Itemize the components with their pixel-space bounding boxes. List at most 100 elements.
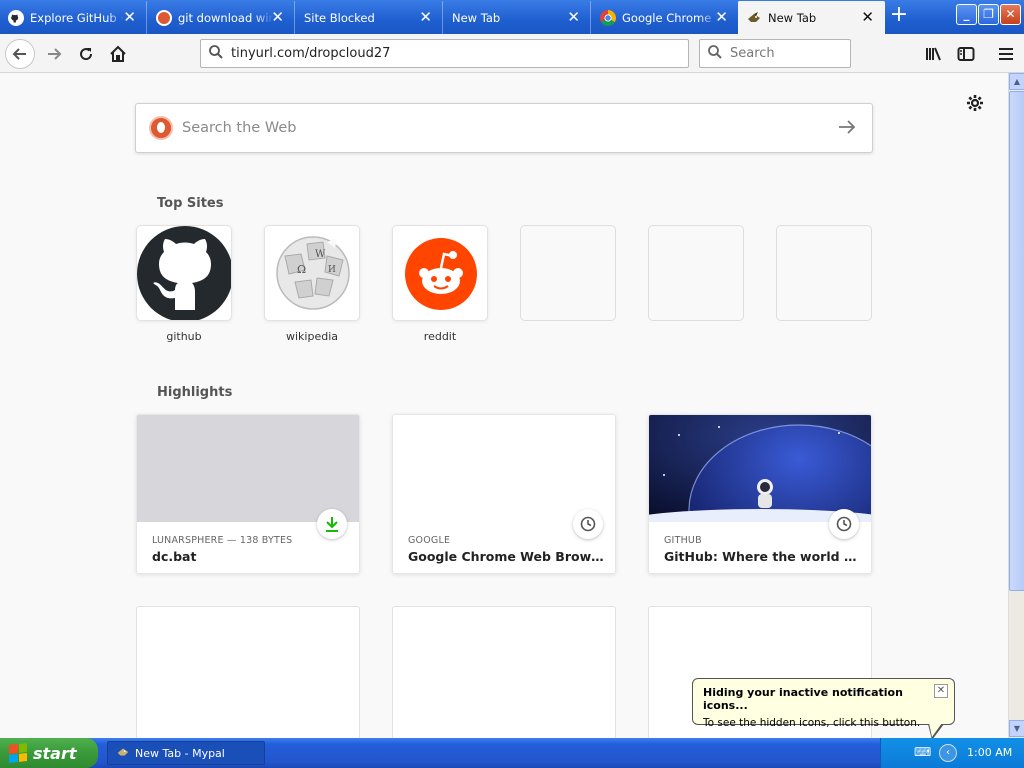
sidebar-button[interactable] [952, 40, 980, 68]
card-source: LUNARSPHERE — 138 BYTES [152, 535, 293, 546]
close-icon[interactable]: ✕ [567, 9, 580, 25]
reload-icon [80, 48, 93, 61]
new-tab-button[interactable]: + [888, 4, 910, 27]
scrollbar-thumb[interactable] [1009, 91, 1024, 591]
web-search-placeholder: Search the Web [182, 120, 297, 136]
top-site-empty[interactable] [520, 225, 616, 321]
url-text: tinyurl.com/dropcloud27 [231, 46, 391, 61]
vertical-scrollbar[interactable]: ▲ ▼ [1008, 73, 1024, 738]
scroll-up-button[interactable]: ▲ [1009, 73, 1024, 90]
card-source: GOOGLE [408, 535, 451, 546]
svg-text:W: W [315, 249, 326, 260]
top-site-empty[interactable] [648, 225, 744, 321]
chrome-icon [600, 9, 616, 26]
duckduckgo-icon [156, 9, 172, 26]
back-arrow-icon [12, 48, 26, 60]
new-tab-page: Search the Web Top Sites github Ω W И wi… [0, 74, 1008, 738]
taskbar-item-mypal[interactable]: New Tab - Mypal [107, 741, 265, 765]
wikipedia-globe-icon: Ω W И [265, 226, 359, 320]
search-bar[interactable]: Search [699, 39, 851, 68]
forward-button[interactable] [40, 40, 68, 68]
clock-icon [573, 509, 603, 539]
duckduckgo-icon [149, 116, 173, 140]
top-site-label: reddit [423, 330, 457, 343]
card-thumbnail [137, 415, 359, 522]
highlight-card-empty[interactable] [392, 606, 616, 738]
highlight-card-empty[interactable] [136, 606, 360, 738]
tab-title: Google Chrome Web Browser [622, 10, 718, 25]
card-title: dc.bat [152, 549, 197, 564]
balloon-tail-fill [929, 723, 942, 737]
top-site-empty[interactable] [776, 225, 872, 321]
tab-title: git download windows [178, 10, 274, 25]
home-button[interactable] [104, 40, 132, 68]
start-button[interactable]: start [0, 738, 98, 768]
menu-button[interactable] [992, 40, 1020, 68]
balloon-title: Hiding your inactive notification icons.… [703, 686, 903, 712]
navigation-toolbar: tinyurl.com/dropcloud27 Search [0, 34, 1024, 73]
download-icon [317, 509, 347, 539]
close-icon[interactable]: ✕ [123, 9, 136, 25]
tab-google-chrome[interactable]: Google Chrome Web Browser ✕ [592, 1, 739, 34]
close-icon[interactable]: ✕ [271, 9, 284, 25]
top-site-label: wikipedia [285, 330, 338, 343]
clock: 1:00 AM [967, 746, 1013, 759]
sidebar-icon [957, 47, 975, 61]
tab-explore-github[interactable]: Explore GitHub · GitHub ✕ [0, 1, 147, 34]
start-label: start [33, 743, 77, 763]
highlights-title: Highlights [157, 385, 233, 400]
highlight-card-google-chrome[interactable]: GOOGLE Google Chrome Web Browser [392, 414, 616, 574]
svg-text:Ω: Ω [297, 263, 306, 276]
balloon-close-button[interactable]: ✕ [934, 684, 948, 698]
windows-logo-icon [9, 743, 27, 763]
arrow-right-icon[interactable] [838, 116, 856, 140]
close-icon[interactable]: ✕ [861, 9, 874, 25]
hamburger-icon [999, 48, 1013, 60]
close-icon[interactable]: ✕ [715, 9, 728, 25]
reload-button[interactable] [72, 40, 100, 68]
tab-title: New Tab [768, 10, 817, 25]
forward-arrow-icon [48, 48, 62, 60]
restore-button[interactable]: ❐ [978, 4, 999, 25]
github-logo-icon [137, 226, 231, 320]
tab-title: New Tab [452, 10, 501, 25]
taskbar: start New Tab - Mypal ⌨ ‹ 1:00 AM [0, 738, 1024, 768]
back-button[interactable] [5, 39, 35, 69]
github-space-thumbnail [649, 415, 871, 522]
minimize-button[interactable]: _ [956, 4, 977, 25]
close-window-button[interactable]: ✕ [1000, 4, 1021, 25]
balloon-body: To see the hidden icons, click this butt… [703, 717, 921, 729]
web-search-box[interactable]: Search the Web [135, 103, 873, 153]
library-icon [926, 47, 941, 61]
highlight-card-github[interactable]: GITHUB GitHub: Where the world builds ..… [648, 414, 872, 574]
keyboard-icon[interactable]: ⌨ [914, 745, 931, 759]
search-placeholder: Search [730, 46, 775, 61]
tab-new-tab-active[interactable]: New Tab ✕ [738, 1, 885, 34]
scroll-down-button[interactable]: ▼ [1009, 720, 1024, 737]
top-site-reddit[interactable] [392, 225, 488, 321]
mypal-icon [116, 745, 130, 762]
card-title: GitHub: Where the world builds ... [664, 549, 862, 564]
gear-icon[interactable] [966, 94, 984, 117]
tab-new-tab[interactable]: New Tab ✕ [444, 1, 591, 34]
top-site-wikipedia[interactable]: Ω W И [264, 225, 360, 321]
card-source: GITHUB [664, 535, 702, 546]
github-icon [8, 9, 24, 26]
tab-git-download[interactable]: git download windows ✕ [148, 1, 295, 34]
taskbar-item-label: New Tab - Mypal [135, 746, 225, 760]
top-site-label: github [166, 330, 202, 343]
show-hidden-icons-button[interactable]: ‹ [939, 744, 957, 762]
tab-title: Explore GitHub · GitHub [30, 10, 126, 25]
notification-balloon: Hiding your inactive notification icons.… [692, 678, 955, 729]
mypal-icon [746, 10, 762, 26]
search-icon [201, 44, 231, 64]
tab-strip: Explore GitHub · GitHub ✕ git download w… [0, 0, 1024, 34]
top-site-github[interactable] [136, 225, 232, 321]
url-bar[interactable]: tinyurl.com/dropcloud27 [200, 39, 689, 68]
card-title: Google Chrome Web Browser [408, 549, 606, 564]
close-icon[interactable]: ✕ [419, 9, 432, 25]
highlight-card-dc-bat[interactable]: LUNARSPHERE — 138 BYTES dc.bat [136, 414, 360, 574]
tab-site-blocked[interactable]: Site Blocked ✕ [296, 1, 443, 34]
library-button[interactable] [920, 40, 948, 68]
tab-title: Site Blocked [304, 10, 375, 25]
